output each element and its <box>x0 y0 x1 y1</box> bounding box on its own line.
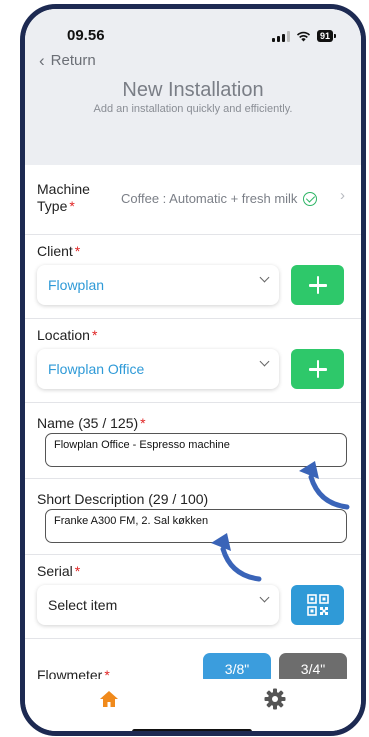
chevron-down-icon <box>259 272 270 283</box>
serial-select[interactable]: Select item <box>37 585 279 625</box>
plus-icon <box>308 276 327 294</box>
page-subtitle: Add an installation quickly and efficien… <box>93 103 293 115</box>
header: 09.56 91 ‹ Return New Installation Add a… <box>25 9 361 165</box>
chevron-right-icon: › <box>340 187 345 204</box>
plus-icon <box>308 360 327 378</box>
page-title: New Installation <box>122 79 264 101</box>
add-client-button[interactable] <box>291 265 344 305</box>
check-circle-icon <box>303 191 318 206</box>
serial-placeholder: Select item <box>48 597 118 613</box>
machine-type-value: Coffee : Automatic + fresh milk <box>121 191 318 206</box>
qr-code-icon <box>306 594 329 616</box>
machine-type-label: Machine Type * <box>37 181 90 214</box>
signal-icon <box>271 30 290 42</box>
gear-icon <box>264 688 286 710</box>
tab-bar <box>25 679 361 731</box>
home-icon <box>100 691 118 707</box>
name-label: Name (35 / 125) * <box>37 415 146 431</box>
wifi-icon <box>296 31 311 41</box>
short-description-section: Short Description (29 / 100) Franke A300… <box>25 479 361 555</box>
installation-form: Machine Type * Coffee : Automatic + fresh… <box>25 165 361 697</box>
client-label: Client * <box>37 243 81 259</box>
location-section: Location * Flowplan Office <box>25 319 361 403</box>
phone-frame: 09.56 91 ‹ Return New Installation Add a… <box>20 4 366 736</box>
client-select[interactable]: Flowplan <box>37 265 279 305</box>
client-section: Client * Flowplan <box>25 235 361 319</box>
name-input[interactable]: Flowplan Office - Espresso machine <box>45 433 347 467</box>
location-select[interactable]: Flowplan Office <box>37 349 279 389</box>
chevron-down-icon <box>259 592 270 603</box>
client-value: Flowplan <box>48 277 105 293</box>
tab-settings[interactable] <box>263 687 287 711</box>
scan-qr-button[interactable] <box>291 585 344 625</box>
status-icons: 91 <box>271 30 337 42</box>
status-time: 09.56 <box>67 27 105 44</box>
required-marker: * <box>91 327 98 343</box>
short-description-label: Short Description (29 / 100) <box>37 491 209 507</box>
serial-label: Serial * <box>37 563 81 579</box>
back-label: Return <box>50 52 96 69</box>
battery-icon: 91 <box>316 30 337 42</box>
required-marker: * <box>69 198 75 214</box>
tab-home[interactable] <box>97 687 121 711</box>
serial-section: Serial * Select item <box>25 555 361 639</box>
short-description-input[interactable]: Franke A300 FM, 2. Sal køkken <box>45 509 347 543</box>
chevron-down-icon <box>259 356 270 367</box>
add-location-button[interactable] <box>291 349 344 389</box>
machine-type-row[interactable]: Machine Type * Coffee : Automatic + fresh… <box>25 165 361 235</box>
required-marker: * <box>74 243 81 259</box>
required-marker: * <box>140 415 146 431</box>
status-bar: 09.56 91 <box>25 27 361 47</box>
back-button[interactable]: ‹ Return <box>39 52 96 69</box>
name-section: Name (35 / 125) * Flowplan Office - Espre… <box>25 403 361 479</box>
screen: 09.56 91 ‹ Return New Installation Add a… <box>25 9 361 731</box>
home-indicator <box>132 729 252 731</box>
required-marker: * <box>74 563 81 579</box>
location-label: Location * <box>37 327 98 343</box>
location-value: Flowplan Office <box>48 361 145 377</box>
chevron-left-icon: ‹ <box>39 51 45 70</box>
